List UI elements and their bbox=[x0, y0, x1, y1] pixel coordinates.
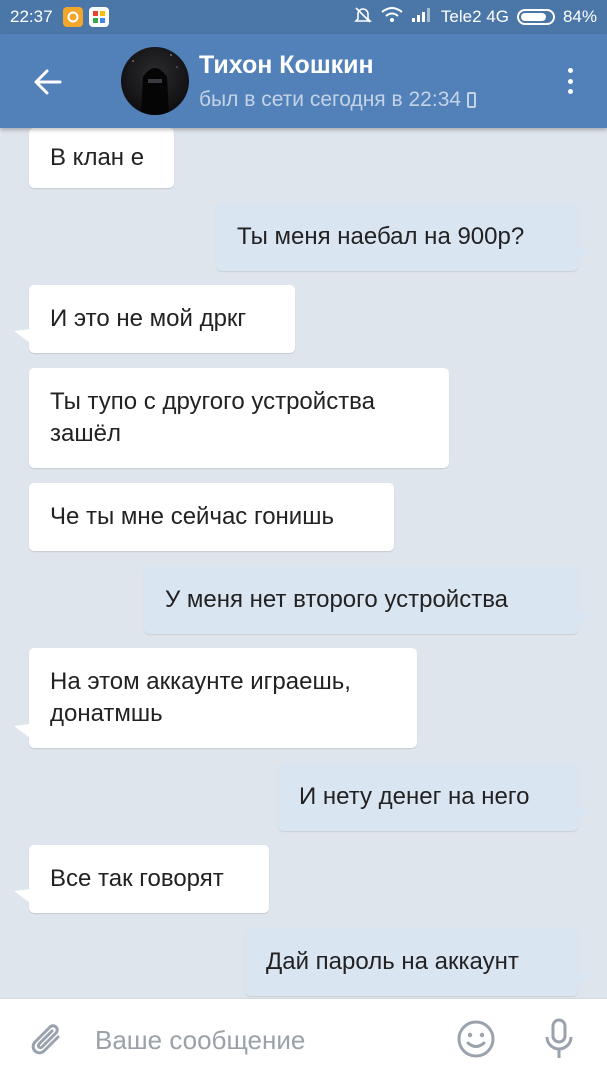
message-composer bbox=[0, 998, 607, 1080]
message-text: Че ты мне сейчас гонишь bbox=[50, 503, 334, 530]
message-bubble-outgoing[interactable]: И нету денег на него bbox=[278, 763, 593, 831]
chat-screen: 22:37 Tele2 4G 84% Тихон Кошкин был в се… bbox=[0, 0, 607, 1080]
mobile-phone-icon bbox=[467, 92, 477, 108]
bubble-tail bbox=[14, 724, 30, 738]
message-list: В клан е Ты меня наебал на 900р? И это н… bbox=[0, 128, 607, 998]
message-bubble-incoming[interactable]: Че ты мне сейчас гонишь bbox=[29, 483, 394, 551]
mute-icon bbox=[353, 5, 373, 30]
message-bubble-outgoing[interactable]: Ты меня наебал на 900р? bbox=[216, 203, 593, 271]
message-bubble-incoming[interactable]: На этом аккаунте играешь, донатмшь bbox=[14, 648, 417, 748]
message-bubble-incoming[interactable]: И это не мой дркг bbox=[14, 285, 295, 353]
message-text: И нету денег на него bbox=[299, 783, 530, 810]
message-bubble-incoming[interactable]: Все так говорят bbox=[14, 845, 269, 913]
status-time: 22:37 bbox=[10, 7, 53, 26]
message-bubble-incoming[interactable]: Ты тупо с другого устройства зашёл bbox=[29, 368, 449, 468]
message-text: Ты меня наебал на 900р? bbox=[237, 223, 525, 250]
message-text: И это не мой дркг bbox=[50, 305, 247, 332]
bubble-tail bbox=[577, 247, 593, 261]
contact-name[interactable]: Тихон Кошкин bbox=[199, 51, 374, 80]
contact-status: был в сети сегодня в 22:34 bbox=[199, 88, 477, 112]
last-seen-text: был в сети сегодня в 22:34 bbox=[199, 88, 462, 111]
message-bubble-outgoing[interactable]: Дай пароль на аккаунт bbox=[245, 928, 593, 996]
battery-percent: 84% bbox=[562, 7, 597, 26]
battery-icon bbox=[516, 9, 555, 25]
back-arrow-icon[interactable] bbox=[30, 64, 66, 100]
wifi-icon bbox=[381, 6, 403, 29]
message-text: На этом аккаунте играешь, донатмшь bbox=[50, 668, 351, 727]
bubble-tail bbox=[577, 972, 593, 986]
bubble-tail bbox=[577, 610, 593, 624]
message-bubble-incoming[interactable]: В клан е bbox=[29, 128, 174, 188]
message-text: У меня нет второго устройства bbox=[165, 586, 509, 613]
avatar[interactable] bbox=[121, 47, 189, 115]
colorful-app-notification-icon bbox=[88, 7, 109, 27]
carrier-label: Tele2 4G bbox=[440, 7, 509, 26]
message-text: Ты тупо с другого устройства зашёл bbox=[50, 388, 376, 447]
attach-paperclip-icon[interactable] bbox=[28, 1019, 68, 1063]
signal-icon bbox=[411, 7, 433, 28]
emoji-smile-icon[interactable] bbox=[456, 1019, 496, 1059]
bubble-tail bbox=[14, 329, 30, 343]
chat-header: Тихон Кошкин был в сети сегодня в 22:34 bbox=[0, 34, 607, 128]
status-bar: 22:37 Tele2 4G 84% bbox=[0, 0, 607, 34]
orange-app-notification-icon bbox=[62, 7, 83, 27]
bubble-tail bbox=[577, 807, 593, 821]
message-bubble-outgoing[interactable]: У меня нет второго устройства bbox=[144, 566, 593, 634]
microphone-icon[interactable] bbox=[543, 1017, 575, 1061]
message-text: Дай пароль на аккаунт bbox=[266, 948, 519, 975]
message-input[interactable] bbox=[95, 1017, 435, 1063]
more-vertical-icon[interactable] bbox=[560, 64, 580, 98]
status-right: Tele2 4G 84% bbox=[353, 5, 597, 30]
message-text: В клан е bbox=[50, 144, 145, 171]
message-text: Все так говорят bbox=[50, 865, 224, 892]
bubble-tail bbox=[14, 889, 30, 903]
